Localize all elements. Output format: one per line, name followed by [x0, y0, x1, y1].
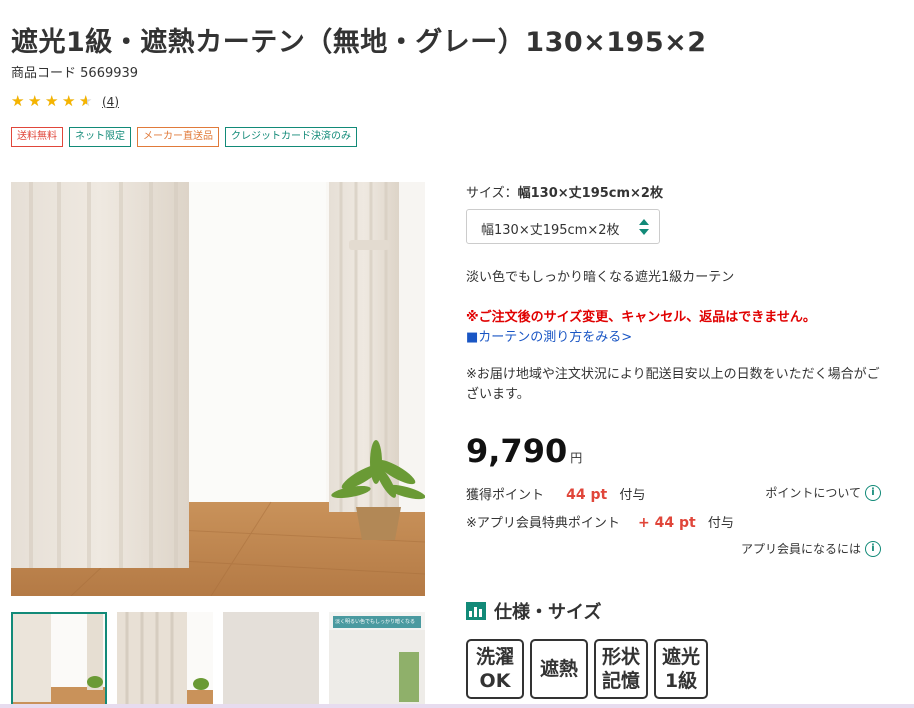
badge-line: 遮光: [661, 646, 700, 668]
badge-line: 遮熱: [539, 658, 578, 680]
thumbnail-1[interactable]: [11, 612, 107, 708]
points-value: 44 pt: [566, 487, 608, 503]
product-code: 商品コード 5669939: [11, 62, 138, 81]
thumbnail-4[interactable]: 淡く明るい色でもしっかり暗くなる: [329, 612, 425, 708]
rating: ★ ★ ★ ★ ★ ★ ★ ★ ★ ★ (4): [11, 94, 119, 109]
delivery-note: ※お届け地域や注文状況により配送目安以上の日数をいただく場合がございます。: [466, 367, 880, 402]
star-icon: ★ ★: [45, 92, 59, 110]
app-points-value: + 44 pt: [638, 515, 696, 531]
badge-washable: 洗濯 OK: [466, 639, 524, 699]
order-warning: ※ご注文後のサイズ変更、キャンセル、返品はできません。: [466, 310, 816, 325]
points-label: 獲得ポイント: [466, 488, 545, 503]
size-value: 幅130×丈195cm×2枚: [517, 186, 663, 201]
product-title: 遮光1級・遮熱カーテン（無地・グレー）130×195×2: [11, 27, 707, 58]
curtain-photo: [11, 182, 425, 596]
thumbnail-image: [223, 612, 319, 708]
badge-shape-memory: 形状 記憶: [594, 639, 648, 699]
thumbnail-list: 淡く明るい色でもしっかり暗くなる: [11, 612, 425, 708]
product-code-label: 商品コード: [11, 66, 77, 81]
badge-line: 洗濯: [475, 646, 514, 668]
app-points-suffix: 付与: [707, 516, 734, 531]
tag-list: 送料無料 ネット限定 メーカー直送品 クレジットカード決済のみ: [11, 127, 357, 147]
app-member-info-link[interactable]: アプリ会員になるには i: [741, 540, 881, 557]
rating-stars: ★ ★ ★ ★ ★ ★ ★ ★ ★ ★: [11, 94, 96, 109]
spec-chart-icon: [466, 602, 486, 620]
measure-guide-link[interactable]: ■カーテンの測り方をみる>: [466, 326, 632, 345]
points-row: 獲得ポイント 44 pt 付与: [466, 484, 645, 503]
thumbnail-image: [329, 612, 425, 708]
points-suffix: 付与: [619, 488, 646, 503]
app-member-label: アプリ会員になるには: [740, 542, 861, 556]
product-description: 淡い色でもしっかり暗くなる遮光1級カーテン: [466, 270, 735, 285]
size-label: サイズ：: [466, 186, 518, 201]
badge-line: 1級: [664, 670, 698, 692]
thumbnail-image: [11, 612, 107, 708]
size-heading: サイズ：幅130×丈195cm×2枚: [466, 182, 906, 201]
spec-heading: 仕様・サイズ: [466, 598, 601, 624]
tag-credit-only: クレジットカード決済のみ: [225, 127, 357, 147]
size-select-value: 幅130×丈195cm×2枚: [481, 223, 620, 238]
product-detail-panel: サイズ：幅130×丈195cm×2枚 幅130×丈195cm×2枚 淡い色でもし…: [466, 182, 906, 699]
info-icon: i: [865, 484, 881, 501]
price: 9,790 円: [466, 432, 582, 470]
product-code-value: 5669939: [80, 66, 139, 81]
price-value: 9,790: [466, 432, 568, 470]
app-points-row: ※アプリ会員特典ポイント + 44 pt 付与: [466, 512, 734, 531]
app-points-label: ※アプリ会員特典ポイント: [466, 516, 620, 531]
spec-badges: 洗濯 OK 遮熱 形状 記憶 遮光 1級: [466, 639, 708, 699]
thumbnail-caption: 淡く明るい色でもしっかり暗くなる: [335, 619, 416, 625]
points-info-link[interactable]: ポイントについて i: [765, 484, 881, 501]
select-arrows-icon: [639, 219, 649, 235]
thumbnail-image: [117, 612, 213, 708]
tag-maker-direct: メーカー直送品: [137, 127, 219, 147]
bottom-bar: [0, 704, 914, 708]
badge-line: 記憶: [601, 670, 640, 692]
thumbnail-3[interactable]: [223, 612, 319, 708]
badge-line: 形状: [601, 646, 640, 668]
tag-net-only: ネット限定: [69, 127, 131, 147]
star-icon: ★ ★: [28, 92, 42, 110]
size-select[interactable]: 幅130×丈195cm×2枚: [466, 209, 660, 244]
half-star-icon: ★ ★: [79, 92, 93, 110]
info-icon: i: [865, 540, 881, 557]
review-count-link[interactable]: (4): [102, 95, 119, 109]
thumbnail-2[interactable]: [117, 612, 213, 708]
badge-line: OK: [479, 670, 511, 692]
tag-free-shipping: 送料無料: [11, 127, 63, 147]
badge-blackout: 遮光 1級: [654, 639, 708, 699]
badge-heat-shield: 遮熱: [530, 639, 588, 699]
star-icon: ★ ★: [11, 92, 25, 110]
price-unit: 円: [570, 451, 583, 465]
spec-title: 仕様・サイズ: [494, 602, 602, 623]
points-info-label: ポイントについて: [765, 486, 861, 500]
main-product-image[interactable]: [11, 182, 425, 596]
star-icon: ★ ★: [62, 92, 76, 110]
